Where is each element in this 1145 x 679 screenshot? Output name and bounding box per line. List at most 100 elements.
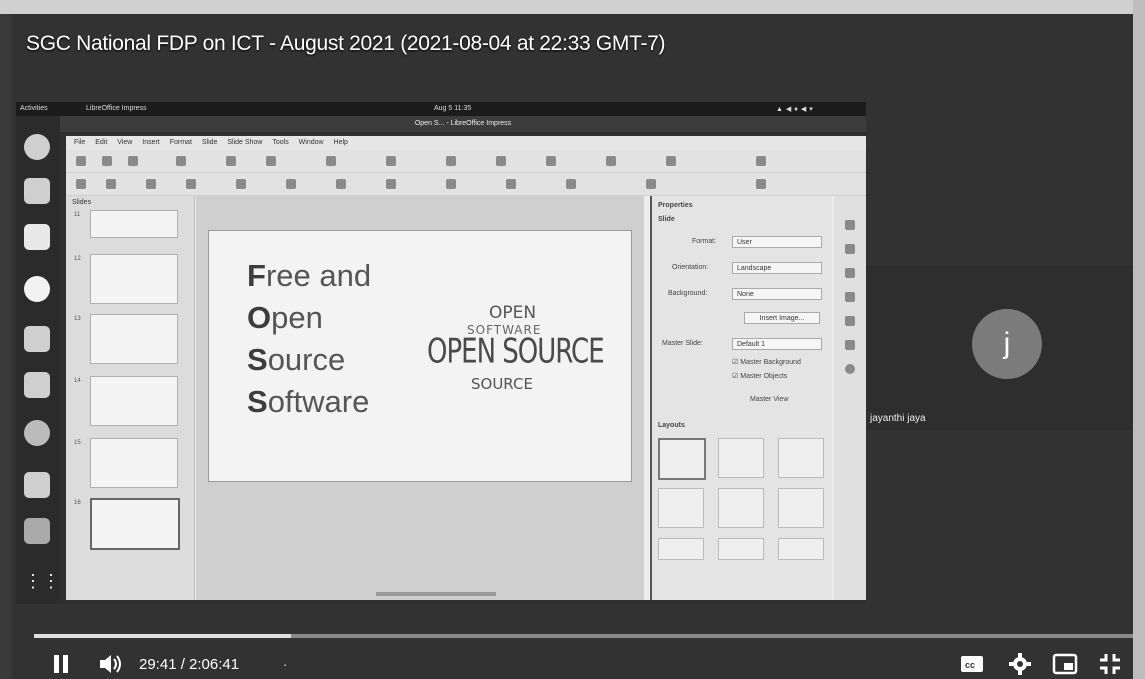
layout-blank[interactable]	[658, 438, 706, 480]
display-views-icon[interactable]	[666, 156, 676, 166]
fill-color-icon[interactable]	[186, 179, 196, 189]
slide-thumbnail[interactable]	[90, 254, 178, 304]
layout-title-content[interactable]	[718, 438, 764, 478]
layout-extra[interactable]	[778, 538, 824, 560]
slide-thumbnail[interactable]	[90, 438, 178, 488]
slide-thumbnail[interactable]	[90, 210, 178, 238]
layout-centered-text[interactable]	[718, 488, 764, 528]
open-icon[interactable]	[102, 156, 112, 166]
menu-window[interactable]: Window	[299, 136, 324, 150]
save-icon[interactable]	[128, 156, 138, 166]
menu-file[interactable]: File	[74, 136, 85, 150]
slide-thumbnail-selected[interactable]	[90, 498, 180, 550]
miniplayer-icon[interactable]	[1052, 653, 1078, 675]
slide-line-initial: S	[247, 384, 268, 419]
layout-two-content[interactable]	[658, 488, 704, 528]
callouts-icon[interactable]	[566, 179, 576, 189]
wordcloud-word: OPEN	[489, 303, 537, 323]
current-slide[interactable]: Free and Open Source Software OPEN SOFTW…	[208, 230, 632, 482]
cut-icon[interactable]	[226, 156, 236, 166]
menu-format[interactable]: Format	[170, 136, 192, 150]
participant-tile: j jayanthi jaya	[866, 265, 1133, 430]
files-icon[interactable]	[24, 224, 50, 250]
mail-icon[interactable]	[24, 178, 50, 204]
master-slide-select[interactable]: Default 1	[732, 338, 822, 350]
flowchart-icon[interactable]	[506, 179, 516, 189]
document-icon[interactable]	[24, 472, 50, 498]
menu-help[interactable]: Help	[334, 136, 348, 150]
volume-icon[interactable]	[98, 653, 124, 675]
paste-icon[interactable]	[266, 156, 276, 166]
software-center-icon[interactable]	[24, 372, 50, 398]
menu-view[interactable]: View	[117, 136, 132, 150]
zoom-icon[interactable]	[106, 179, 116, 189]
firefox-icon[interactable]	[24, 134, 50, 160]
slide-line-rest: ource	[267, 342, 346, 377]
slide-section-heading: Slide	[658, 216, 675, 223]
avatar: j	[972, 309, 1042, 379]
select-icon[interactable]	[76, 179, 86, 189]
help-icon[interactable]	[24, 420, 50, 446]
layout-extra[interactable]	[718, 538, 764, 560]
background-select[interactable]: None	[732, 288, 822, 300]
slide-line-rest: ree and	[265, 258, 372, 293]
master-objects-checkbox[interactable]: ☑ Master Objects	[732, 372, 787, 380]
menu-tools[interactable]: Tools	[272, 136, 288, 150]
orientation-select[interactable]: Landscape	[732, 262, 822, 274]
menu-slideshow[interactable]: Slide Show	[227, 136, 262, 150]
trash-icon[interactable]	[24, 518, 50, 544]
styles-tab-icon[interactable]	[845, 316, 855, 326]
chart-icon[interactable]	[496, 156, 506, 166]
master-view-button[interactable]: Master View	[750, 396, 788, 403]
menu-insert[interactable]: Insert	[142, 136, 160, 150]
filter-icon[interactable]	[756, 179, 766, 189]
draw-icon[interactable]	[756, 156, 766, 166]
settings-icon[interactable]	[1008, 652, 1032, 676]
new-icon[interactable]	[76, 156, 86, 166]
shadow-icon[interactable]	[646, 179, 656, 189]
exit-fullscreen-icon[interactable]	[1098, 652, 1122, 676]
pause-icon[interactable]	[52, 654, 70, 674]
writer-icon[interactable]	[24, 326, 50, 352]
slide-line-initial: O	[247, 300, 272, 335]
slide-transition-tab-icon[interactable]	[845, 244, 855, 254]
word-cloud-image: OPEN SOFTWARE OPEN SOURCE SOURCE	[427, 301, 617, 411]
video-player[interactable]: SGC National FDP on ICT - August 2021 (2…	[12, 14, 1133, 679]
master-slides-tab-icon[interactable]	[845, 292, 855, 302]
undo-icon[interactable]	[326, 156, 336, 166]
table-icon[interactable]	[446, 156, 456, 166]
progress-bar[interactable]	[34, 634, 1133, 638]
print-icon[interactable]	[176, 156, 186, 166]
rectangle-icon[interactable]	[236, 179, 246, 189]
captions-icon[interactable]: cc	[960, 654, 984, 674]
curve-icon[interactable]	[336, 179, 346, 189]
horizontal-scrollbar[interactable]	[376, 592, 496, 596]
insert-image-button[interactable]: Insert Image...	[744, 312, 820, 324]
slide-thumbnail[interactable]	[90, 376, 178, 426]
app-grid-icon[interactable]: ⋮⋮	[24, 568, 60, 594]
menu-edit[interactable]: Edit	[95, 136, 107, 150]
orientation-label: Orientation:	[672, 264, 709, 271]
layout-title-only[interactable]	[778, 438, 824, 478]
menu-slide[interactable]: Slide	[202, 136, 218, 150]
layout-extra[interactable]	[658, 538, 704, 560]
ubuntu-topbar: Activities LibreOffice Impress Aug 5 11:…	[16, 102, 866, 116]
find-icon[interactable]	[386, 156, 396, 166]
line-icon[interactable]	[286, 179, 296, 189]
slide-number: 12	[74, 256, 81, 262]
properties-tab-icon[interactable]	[845, 220, 855, 230]
disc-icon[interactable]	[24, 276, 50, 302]
slide-thumbnail[interactable]	[90, 314, 178, 364]
gallery-tab-icon[interactable]	[845, 340, 855, 350]
line-color-icon[interactable]	[146, 179, 156, 189]
animation-tab-icon[interactable]	[845, 268, 855, 278]
media-icon[interactable]	[546, 156, 556, 166]
format-select[interactable]: User	[732, 236, 822, 248]
master-background-label: Master Background	[740, 359, 801, 366]
layout-content[interactable]	[778, 488, 824, 528]
slide-show-icon[interactable]	[606, 156, 616, 166]
master-background-checkbox[interactable]: ☑ Master Background	[732, 358, 801, 366]
navigator-tab-icon[interactable]	[845, 364, 855, 374]
arrows-icon[interactable]	[446, 179, 456, 189]
shapes-icon[interactable]	[386, 179, 396, 189]
